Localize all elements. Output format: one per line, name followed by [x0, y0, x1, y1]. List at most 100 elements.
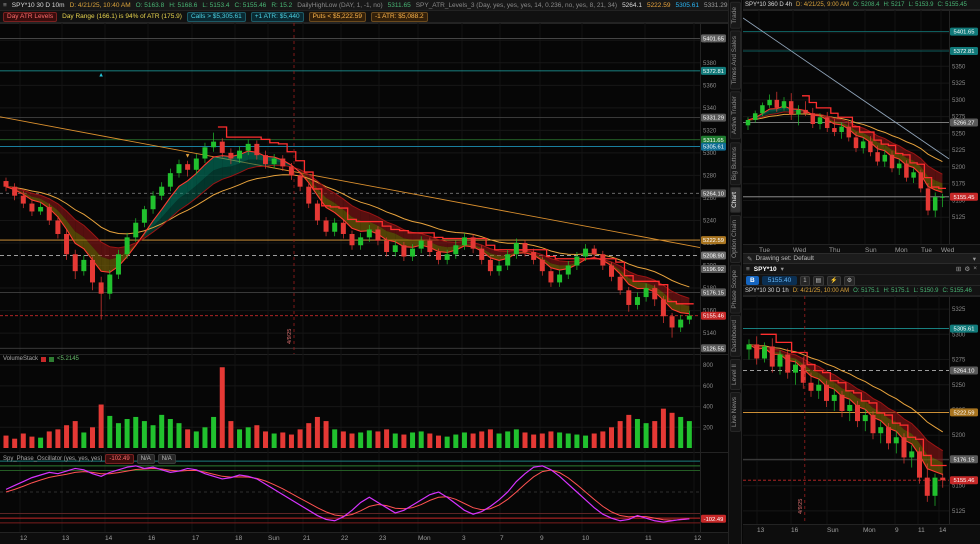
sidebar-footer [743, 533, 980, 544]
header-field: C: 5155.45 [937, 1, 967, 8]
buy-price-button[interactable]: 5155.40 [761, 276, 798, 285]
x-axis-label: 16 [148, 535, 156, 542]
svg-text:4/9/25: 4/9/25 [287, 329, 293, 344]
menu-icon[interactable]: ≡ [746, 266, 750, 273]
oscillator-values: -102.49 N/A N/A [105, 454, 176, 464]
header-field: O: 5208.4 [853, 1, 880, 8]
svg-text:5250: 5250 [952, 383, 966, 389]
svg-text:5350: 5350 [952, 64, 966, 70]
svg-text:-102.49: -102.49 [704, 517, 724, 523]
trader-symbol[interactable]: SPY*10 [754, 266, 777, 273]
toolbar-field: L: 5153.4 [202, 1, 230, 9]
gear-icon[interactable]: ⚙ [843, 275, 856, 286]
atr-chip: Calls > $5,305.61 [186, 11, 246, 22]
close-icon[interactable]: × [973, 265, 977, 273]
sidebar-tab-trade[interactable]: Trade [729, 2, 741, 29]
toolbar-field: 5331.29 [703, 1, 728, 9]
sell-volume-swatch [41, 356, 47, 362]
oscillator-study-label: Spy_Phase_Oscillator (yes, yes, yes) -10… [3, 454, 176, 464]
drawing-set-bar[interactable]: ✎ Drawing set: Default ▾ [743, 253, 980, 264]
x-axis-label: Mon [418, 535, 431, 542]
header-field: O: 5175.1 [853, 287, 880, 294]
svg-text:5125: 5125 [952, 215, 966, 221]
toolbar-field: SPY_ATR_Levels_3 (Day, yes, yes, yes, 14… [415, 1, 618, 9]
toolbar-field: O: 5163.8 [135, 1, 165, 9]
drawing-set-label: Drawing set: Default [755, 255, 814, 262]
svg-text:5300: 5300 [952, 98, 966, 104]
trader-order-row: B 5155.40 1 ▤ ⚡ ⚙ [743, 275, 980, 286]
atr-chip: +1 ATR: $5,440 [250, 11, 304, 22]
active-trader-widget: ≡ SPY*10 ▾ ⊞ ⚙ × B 5155.40 1 ▤ ⚡ ⚙ [743, 264, 980, 286]
toolbar-field: 5264.1 [622, 1, 642, 9]
svg-text:5305.61: 5305.61 [954, 327, 975, 333]
chart-b-1h[interactable]: 5325530052755250522552005175515051254/9/… [743, 296, 980, 524]
header-field: D: 4/21/25, 9:00 AM [796, 1, 850, 8]
sidebar-tab-phase-scope[interactable]: Phase Scope [729, 264, 741, 314]
svg-text:600: 600 [703, 384, 714, 390]
x-axis-label: 12 [694, 535, 702, 542]
svg-text:5264.10: 5264.10 [703, 191, 724, 197]
svg-text:5372.81: 5372.81 [954, 49, 975, 55]
chevron-down-icon[interactable]: ▾ [973, 255, 976, 263]
svg-text:5320: 5320 [703, 128, 717, 134]
svg-text:5200: 5200 [952, 433, 966, 439]
svg-text:5300: 5300 [952, 332, 966, 338]
toolbar-field: 5222.59 [646, 1, 671, 9]
toolbar-field: D: 4/21/25, 10:40 AM [69, 1, 131, 9]
x-axis-label: 14 [105, 535, 113, 542]
volume-pane[interactable]: 800 600 400 200 [0, 354, 728, 452]
sidebar-tab-chart[interactable]: Chart [729, 186, 741, 213]
atr-levels-title: Day ATR Levels [3, 11, 58, 22]
toolbar-field: R: 15.2 [271, 1, 293, 9]
oscillator-pane[interactable]: -102.49 [0, 452, 728, 532]
oscillator-value-chip: -102.49 [105, 454, 134, 464]
chevron-down-icon[interactable]: ▾ [781, 265, 784, 273]
svg-text:5325: 5325 [952, 81, 966, 87]
header-field: H: 5175.1 [883, 287, 910, 294]
sidebar-tab-level-ii[interactable]: Level II [729, 359, 741, 391]
header-field: C: 5155.46 [942, 287, 972, 294]
sidebar-tab-times-and-sales[interactable]: Times And Sales [729, 30, 741, 90]
svg-text:5266.27: 5266.27 [954, 120, 975, 126]
buy-button[interactable]: B [746, 276, 759, 285]
buy-volume-swatch [49, 356, 55, 362]
rows-icon[interactable]: ▤ [812, 275, 825, 286]
chart-a-time-axis[interactable]: Tue Wed Thu Sun Mon Tue Wed [743, 244, 980, 254]
svg-text:5155.46: 5155.46 [703, 314, 724, 320]
sidebar-tab-option-chain[interactable]: Option Chain [729, 214, 741, 263]
atr-chips: Calls > $5,305.61 +1 ATR: $5,440 Puts < $5… [186, 11, 428, 22]
menu-icon[interactable]: ≡ [3, 2, 7, 9]
gadget-tab-strip: Trade Times And Sales Active Trader Big But… [728, 0, 742, 544]
trader-top-icons: ⊞ ⚙ × [956, 265, 977, 273]
trader-symbol-row: ≡ SPY*10 ▾ ⊞ ⚙ × [743, 264, 980, 275]
gear-icon[interactable]: ⚙ [964, 265, 970, 273]
chart-a-4h[interactable]: 5400537553505325530052755250522552005175… [743, 10, 980, 244]
main-time-axis[interactable]: 12 13 14 16 17 18 Sun 21 22 23 Mon 3 7 9 10 11 12 [0, 532, 728, 544]
svg-text:5176.15: 5176.15 [954, 457, 975, 463]
volume-label-text: VolumeStack [3, 356, 39, 362]
svg-text:5125: 5125 [952, 509, 966, 515]
x-axis-label: Sun [268, 535, 280, 542]
sidebar-tab-dashboard[interactable]: Dashboard [729, 315, 741, 358]
toolbar-field: 5311.65 [387, 1, 411, 9]
quantity-stepper[interactable]: 1 [800, 275, 810, 286]
svg-text:5325: 5325 [952, 307, 966, 313]
main-price-chart[interactable]: 5400538053605340532053005280526052405220… [0, 23, 728, 354]
sidebar-tab-live-news[interactable]: Live News [729, 392, 741, 433]
x-axis-label: 12 [20, 535, 28, 542]
toolbar-field: 5305.61 [675, 1, 699, 9]
sidebar-tab-big-buttons[interactable]: Big Buttons [729, 141, 741, 185]
chart-b-time-axis[interactable]: 13 16 Sun Mon 9 11 14 [743, 524, 980, 534]
oscillator-label-text: Spy_Phase_Oscillator (yes, yes, yes) [3, 456, 103, 462]
sidebar-tab-active-trader[interactable]: Active Trader [729, 91, 741, 140]
toolbar-fields: SPY*10 30 D 10m D: 4/21/25, 10:40 AM O: 51… [12, 2, 728, 9]
day-range-text: Day Range (166.1) is 94% of ATR (175.9) [62, 13, 182, 20]
right-sidebar: SPY*10 360 D 4h D: 4/21/25, 9:00 AM O: 520… [743, 0, 980, 544]
volume-value: <5.2145 [57, 356, 79, 362]
grid-icon[interactable]: ⊞ [956, 265, 961, 273]
svg-text:5155.46: 5155.46 [954, 478, 975, 484]
trading-platform-window: ≡ SPY*10 30 D 10m D: 4/21/25, 10:40 AM O: … [0, 0, 980, 544]
lightning-icon[interactable]: ⚡ [827, 275, 841, 286]
x-axis-label: 9 [540, 535, 544, 542]
svg-text:5372.81: 5372.81 [703, 69, 724, 75]
